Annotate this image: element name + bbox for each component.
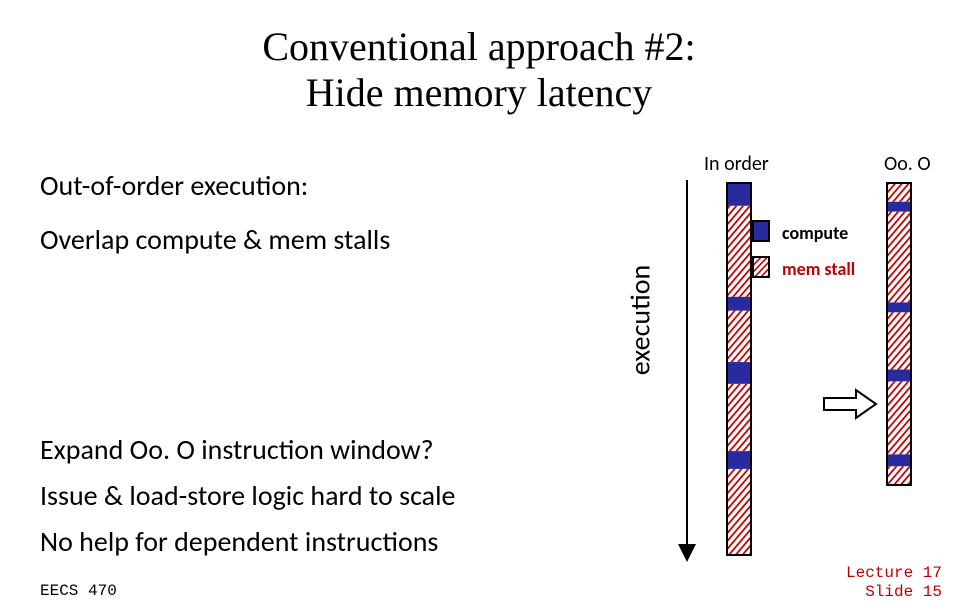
title-line1: Conventional approach #2: (262, 24, 695, 69)
label-in-order: In order (704, 152, 769, 176)
text-nohelp: No help for dependent instructions (40, 524, 438, 559)
lecture-label: Lecture 17 (846, 564, 942, 582)
text-expand: Expand Oo. O instruction window? (40, 432, 434, 467)
legend-label-compute: compute (782, 222, 848, 244)
course-code: EECS 470 (40, 582, 117, 600)
label-ooo: Oo. O (884, 152, 931, 176)
legend-swatch-compute (752, 220, 770, 242)
subheading-ooo-exec: Out-of-order execution: (40, 168, 308, 203)
bar-ooo (886, 182, 912, 486)
right-arrow-icon (822, 388, 878, 420)
slide-title: Conventional approach #2: Hide memory la… (0, 24, 958, 116)
title-line2: Hide memory latency (306, 70, 653, 115)
legend-swatch-memstall (752, 256, 770, 278)
bar-in-order (726, 182, 752, 556)
axis-label-execution: execution (623, 265, 658, 375)
slide-number: Lecture 17 Slide 15 (846, 564, 942, 602)
slide-label: Slide 15 (865, 583, 942, 601)
execution-arrow-icon (686, 180, 688, 560)
text-overlap: Overlap compute & mem stalls (40, 222, 390, 257)
legend-label-memstall: mem stall (782, 258, 855, 280)
text-issue: Issue & load-store logic hard to scale (40, 478, 455, 513)
